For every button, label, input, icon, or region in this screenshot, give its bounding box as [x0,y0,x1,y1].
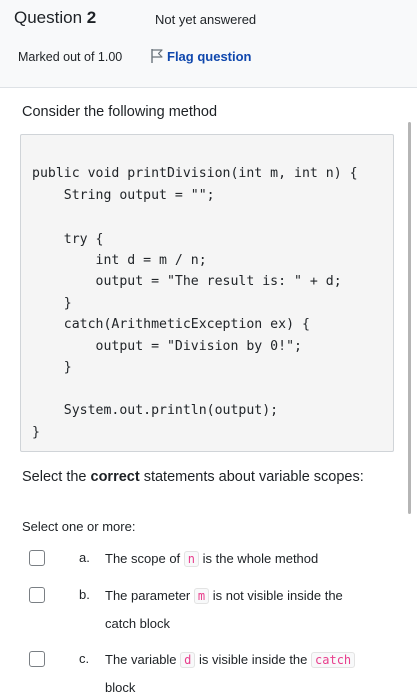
question-number: 2 [86,8,97,27]
option-c-text-line2: block [105,680,136,695]
option-b-text-end: is not visible inside the [209,588,343,603]
code-line: output = "The result is: " + d; [32,274,342,289]
question-info-panel: Question 2 Not yet answered Marked out o… [0,0,417,88]
option-c-code: d [180,652,196,668]
option-c-code-2: catch [311,652,356,668]
option-b-text-start: The parameter [105,588,194,603]
code-line: catch(ArithmeticException ex) { [32,317,310,332]
question-text: Select the correct statements about vari… [22,469,364,485]
question-title: Question 2 [14,8,96,28]
code-line: int d = m / n; [32,253,207,268]
option-a-text[interactable]: The scope of n is the whole method [105,545,318,573]
option-b-code: m [193,588,210,604]
option-c-letter: c. [79,651,90,666]
code-line: try { [32,232,104,247]
option-c-checkbox[interactable] [29,651,45,667]
code-block: public void printDivision(int m, int n) … [20,134,394,452]
question-state: Not yet answered [155,12,257,27]
option-a-text-end: is the whole method [199,551,319,566]
option-c-text-start: The variable [105,652,181,667]
code-line: String output = ""; [32,188,215,203]
code-line: } [32,296,72,311]
code-line: System.out.println(output); [32,403,279,418]
question-label: Question [14,8,83,27]
code-line: public void printDivision(int m, int n) … [32,166,358,181]
option-b-checkbox[interactable] [29,587,45,603]
option-b-letter: b. [79,587,90,602]
option-c-text[interactable]: The variable d is visible inside the cat… [105,646,356,700]
page-scrollbar[interactable] [408,122,411,514]
flag-question-button[interactable]: Flag question [150,48,252,64]
question-content: Consider the following method public voi… [0,88,417,700]
option-a-text-start: The scope of [105,551,184,566]
flag-question-label: Flag question [167,48,252,64]
option-c-text-mid: is visible inside the [195,652,312,667]
option-b-text[interactable]: The parameter m is not visible inside th… [105,582,343,637]
question-text-start: Select the [22,469,91,485]
option-b-text-line2: catch block [105,616,171,631]
code-line: } [32,425,40,440]
option-a-letter: a. [79,550,90,565]
code-line: output = "Division by 0!"; [32,339,302,354]
option-a-code: n [183,551,200,567]
select-hint: Select one or more: [22,519,136,534]
question-prompt: Consider the following method [22,104,218,120]
code-line: } [32,360,72,375]
question-text-end: statements about variable scopes: [139,469,364,485]
question-grade: Marked out of 1.00 [18,50,123,64]
flag-icon [151,49,163,63]
option-a-checkbox[interactable] [29,550,45,566]
question-text-emphasis: correct [90,469,140,485]
